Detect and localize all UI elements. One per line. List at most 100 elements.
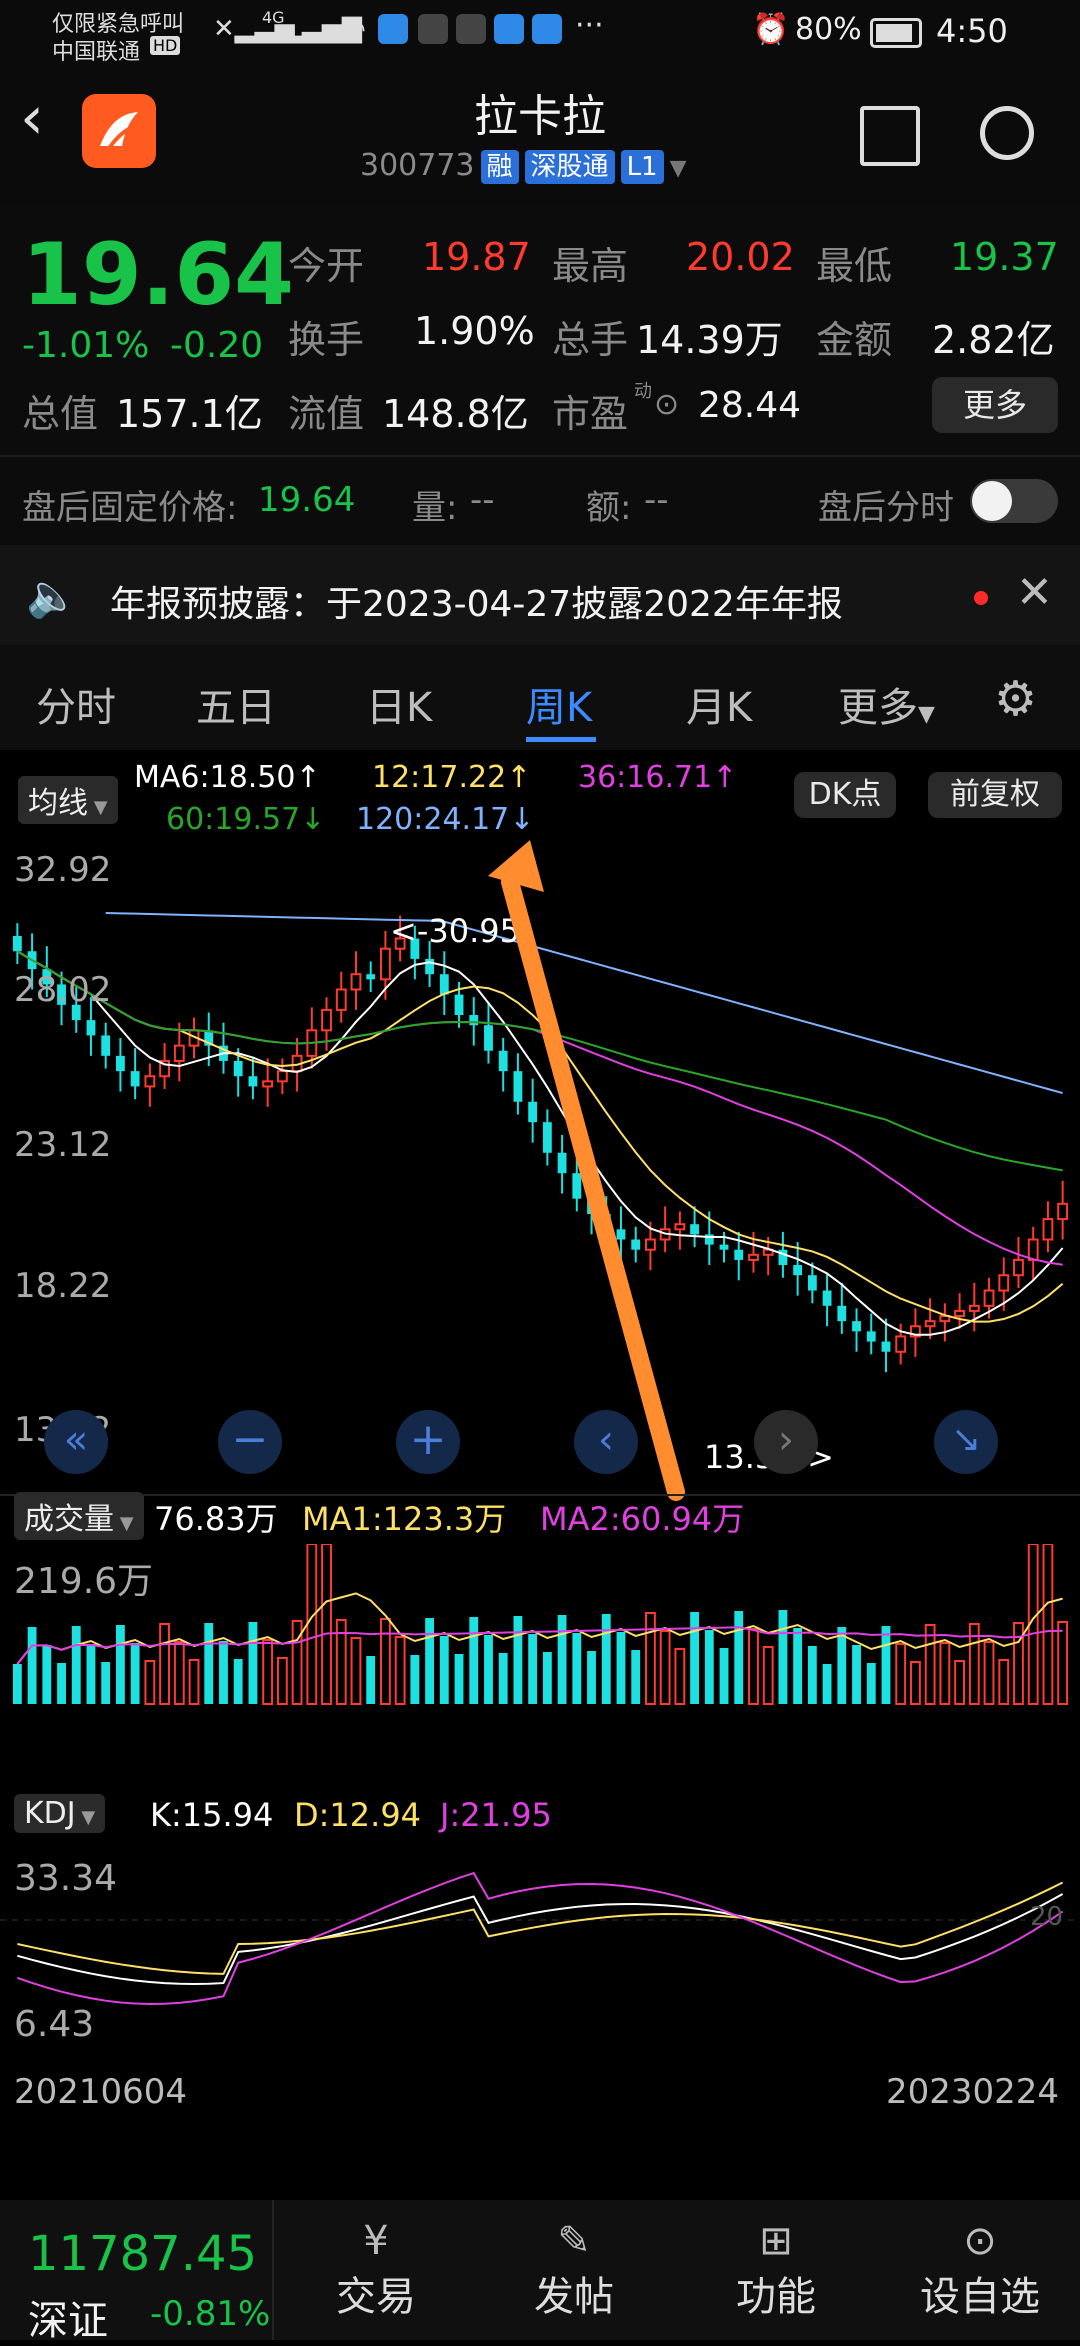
- index-name: 深证: [28, 2298, 108, 2344]
- search-icon[interactable]: [980, 106, 1034, 160]
- volume-bar: [734, 1611, 744, 1704]
- mktcap-value: 157.1亿: [116, 392, 263, 436]
- volume-bar: [86, 1644, 96, 1704]
- clock: 4:50: [936, 12, 1008, 50]
- index-value[interactable]: 11787.45: [28, 2226, 257, 2282]
- stock-code-row[interactable]: 300773 融深股通 L1 ▼: [360, 148, 720, 184]
- date-start: 20210604: [14, 2072, 188, 2112]
- active-tab-indicator: [526, 737, 596, 742]
- after-hours-vol-label: 量:: [412, 488, 458, 528]
- nav-functions[interactable]: ⊞ 功能: [726, 2218, 826, 2322]
- tab-daily-k[interactable]: 日K: [366, 675, 432, 733]
- share-icon[interactable]: [860, 106, 920, 166]
- float-value: 148.8亿: [382, 392, 529, 436]
- kdj-axis-top: 33.34: [14, 1858, 118, 1899]
- tab-more[interactable]: 更多▼: [838, 675, 935, 733]
- after-hours-amt-label: 额:: [586, 488, 632, 528]
- volume-bar: [866, 1663, 876, 1704]
- volume-bar: [895, 1643, 907, 1705]
- kdj-j: J:21.95: [440, 1796, 552, 1834]
- kdj-d-line: [17, 1881, 1064, 1975]
- volume-bar: [498, 1653, 508, 1704]
- last-price: 19.64: [22, 225, 295, 325]
- volume-selector[interactable]: 成交量 ▼: [14, 1492, 144, 1540]
- notice-text: 年报预披露：于2023-04-27披露2022年年报: [110, 584, 843, 625]
- pe-value: 28.44: [698, 385, 802, 426]
- after-hours-label: 盘后固定价格:: [22, 488, 238, 528]
- volume-bar: [762, 1646, 774, 1705]
- kdj-chart[interactable]: [0, 1844, 1080, 2054]
- volume-value: 76.83万: [154, 1500, 278, 1538]
- volume-bar: [704, 1630, 714, 1704]
- volume-bar: [528, 1634, 538, 1704]
- volume-bar: [674, 1648, 686, 1705]
- divider: [272, 2200, 274, 2340]
- kdj-d: D:12.94: [294, 1796, 422, 1834]
- volume-bar: [998, 1659, 1010, 1705]
- nav-add-watchlist[interactable]: ⊙ 设自选: [910, 2218, 1050, 2322]
- notice-bar[interactable]: 🔈 年报预披露：于2023-04-27披露2022年年报 ✕: [0, 545, 1080, 645]
- volume-bar: [116, 1625, 125, 1704]
- tab-intraday[interactable]: 分时: [36, 675, 116, 733]
- close-icon[interactable]: ✕: [1016, 567, 1053, 618]
- tab-weekly-k[interactable]: 周K: [526, 675, 592, 733]
- tab-five-day[interactable]: 五日: [196, 675, 276, 733]
- dropdown-icon: ▼: [114, 1513, 134, 1534]
- more-button[interactable]: 更多: [932, 377, 1058, 433]
- volume-bar: [778, 1610, 788, 1704]
- volume-bar: [12, 1664, 22, 1704]
- volume-bar: [425, 1618, 434, 1704]
- index-change: -0.81%: [150, 2294, 271, 2334]
- info-icon[interactable]: ⊙: [654, 387, 679, 422]
- volume-bar: [690, 1612, 699, 1704]
- trade-icon: ¥: [363, 2218, 389, 2264]
- volume-bar: [719, 1648, 729, 1704]
- volume-bar: [394, 1636, 406, 1705]
- period-tabs: 分时 五日 日K 周K 月K 更多▼ ⚙: [0, 645, 1080, 750]
- after-hours-toggle[interactable]: [970, 479, 1058, 523]
- kdj-selector-label: KDJ: [24, 1796, 76, 1831]
- volume-bar: [631, 1650, 641, 1704]
- open-label: 今开: [288, 244, 365, 288]
- volume-label: 总手: [552, 318, 629, 362]
- volume-bar: [1042, 1544, 1054, 1705]
- nav-trade-label: 交易: [336, 2274, 416, 2320]
- volume-bar: [71, 1626, 81, 1704]
- volume-bar: [793, 1628, 803, 1704]
- edit-icon: ✎: [557, 2218, 591, 2264]
- volume-bar: [572, 1633, 582, 1704]
- volume-bar: [101, 1662, 111, 1704]
- volume-chart[interactable]: [0, 1544, 1080, 1744]
- volume-bar: [144, 1660, 156, 1705]
- volume-bar: [881, 1626, 891, 1704]
- battery-percent: 80%: [795, 12, 862, 47]
- amount-value: 2.82亿: [932, 318, 1055, 362]
- tab-more-label: 更多: [838, 685, 918, 731]
- volume-bar: [188, 1659, 200, 1705]
- after-hours-chart-label: 盘后分时: [818, 488, 954, 528]
- volume-bar: [57, 1663, 66, 1704]
- search-app-icon: [532, 14, 562, 44]
- kdj-axis-bottom: 6.43: [14, 2004, 95, 2045]
- volume-bar: [42, 1645, 52, 1704]
- battery-icon: [870, 18, 922, 48]
- volume-bar: [616, 1632, 626, 1704]
- bottom-nav: 11787.45 深证 -0.81% ¥ 交易 ✎ 发帖 ⊞ 功能 ⊙ 设自选: [0, 2200, 1080, 2344]
- wifi-icon: ◠: [340, 12, 367, 47]
- nav-trade[interactable]: ¥ 交易: [326, 2218, 426, 2322]
- volume-ma1: MA1:123.3万: [302, 1500, 507, 1538]
- settings-gear-icon[interactable]: ⚙: [994, 671, 1037, 727]
- kdj-selector[interactable]: KDJ ▼: [14, 1794, 106, 1833]
- volume-axis-label: 219.6万: [14, 1561, 154, 1602]
- volume-bar: [645, 1612, 656, 1705]
- volume-bar: [659, 1630, 671, 1705]
- speaker-icon: 🔈: [26, 571, 79, 620]
- volume-bar: [954, 1660, 966, 1705]
- volume-bar: [219, 1641, 228, 1704]
- nav-post[interactable]: ✎ 发帖: [524, 2218, 624, 2322]
- grid-icon: ⊞: [759, 2218, 793, 2264]
- volume-bar: [910, 1661, 921, 1705]
- date-end: 20230224: [886, 2072, 1060, 2112]
- volume-bar: [130, 1643, 140, 1704]
- tab-monthly-k[interactable]: 月K: [686, 675, 752, 733]
